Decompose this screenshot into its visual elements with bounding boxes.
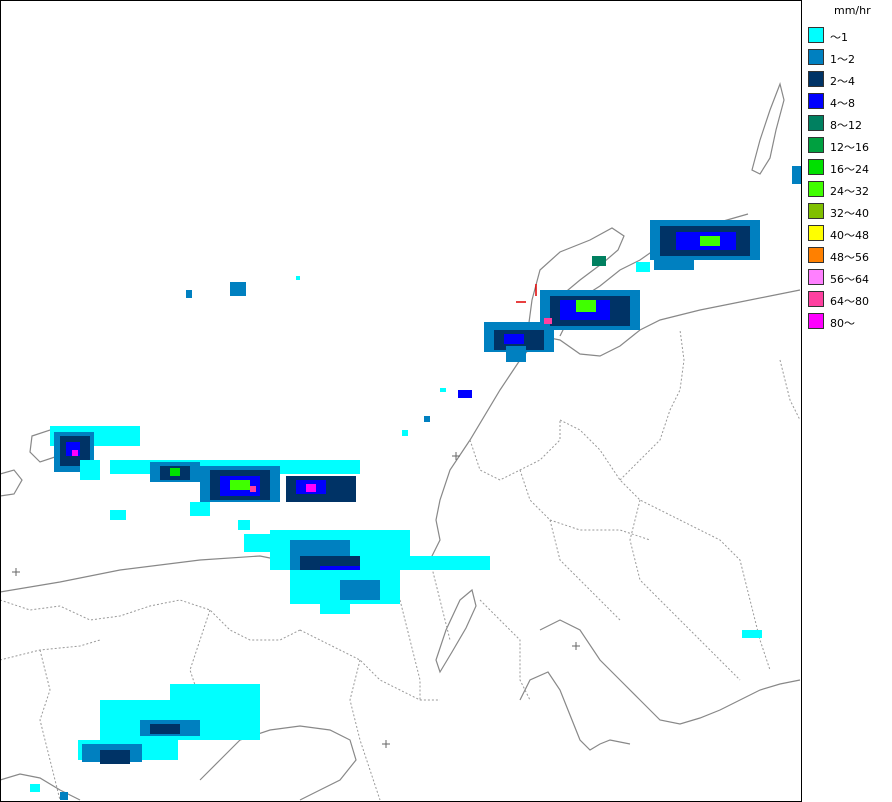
legend-label: 8～12 [830,119,862,132]
legend-swatch [808,137,824,153]
legend-swatch [808,225,824,241]
legend-swatch [808,313,824,329]
legend-swatch [808,247,824,263]
legend-swatch [808,27,824,43]
legend-label: 80～ [830,317,855,330]
legend-item: 64～80 [808,290,892,310]
legend-swatch [808,159,824,175]
legend-label: 48～56 [830,251,869,264]
legend-item: 56～64 [808,268,892,288]
legend-label: 12～16 [830,141,869,154]
legend-label: 16～24 [830,163,869,176]
legend-item: 2～4 [808,70,892,90]
legend-item: 40～48 [808,224,892,244]
legend-item: 4～8 [808,92,892,112]
legend-item: 16～24 [808,158,892,178]
legend-swatch [808,93,824,109]
legend-label: 32～40 [830,207,869,220]
legend-unit: mm/hr [834,4,871,17]
legend-item: 12～16 [808,136,892,156]
legend-label: 64～80 [830,295,869,308]
legend-item: 48～56 [808,246,892,266]
legend-swatch [808,71,824,87]
legend-label: 24～32 [830,185,869,198]
legend-swatch [808,49,824,65]
legend-swatch [808,181,824,197]
legend-label: 4～8 [830,97,855,110]
legend-item: 24～32 [808,180,892,200]
legend-item: 1～2 [808,48,892,68]
legend-swatch [808,269,824,285]
legend-item: 80～ [808,312,892,332]
precipitation-map [0,0,802,802]
legend-swatch [808,203,824,219]
legend-item: 32～40 [808,202,892,222]
legend-label: ～1 [830,31,848,44]
legend-label: 2～4 [830,75,855,88]
legend-label: 56～64 [830,273,869,286]
legend-item: 8～12 [808,114,892,134]
legend-swatch [808,115,824,131]
legend-swatch [808,291,824,307]
legend-label: 40～48 [830,229,869,242]
legend-item: ～1 [808,26,892,46]
legend-label: 1～2 [830,53,855,66]
legend: mm/hr ～1 1～2 2～4 4～8 8～12 12～16 16～24 24～32 32～4… [806,0,892,340]
